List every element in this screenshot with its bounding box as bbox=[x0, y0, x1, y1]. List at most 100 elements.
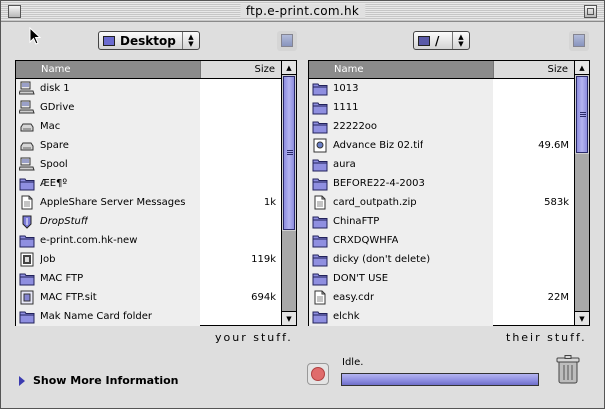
list-item[interactable]: ChinaFTP bbox=[309, 212, 574, 231]
local-file-list[interactable]: Name Size disk 1 GDrive Mac Spare Spool ÆЁ¶º A… bbox=[15, 60, 297, 326]
item-size: 1k bbox=[263, 197, 276, 208]
list-item[interactable]: ÆЁ¶º bbox=[16, 174, 281, 193]
name-cell: Spool bbox=[16, 155, 200, 174]
page-icon bbox=[573, 34, 585, 47]
item-name: ÆЁ¶º bbox=[40, 178, 68, 189]
list-item[interactable]: DON'T USE bbox=[309, 269, 574, 288]
folder-icon bbox=[312, 176, 328, 191]
list-item[interactable]: easy.cdr 22M bbox=[309, 288, 574, 307]
local-action-button[interactable] bbox=[277, 31, 297, 51]
mouse-pointer-icon bbox=[29, 27, 41, 45]
folder-icon bbox=[19, 309, 35, 324]
local-caption: your stuff. bbox=[215, 331, 293, 344]
list-item[interactable]: Job 119k bbox=[16, 250, 281, 269]
item-name: 1013 bbox=[333, 83, 359, 94]
scroll-down-arrow[interactable]: ▼ bbox=[282, 311, 296, 325]
list-item[interactable]: AppleShare Server Messages 1k bbox=[16, 193, 281, 212]
name-cell: 1013 bbox=[309, 79, 493, 98]
folder-icon bbox=[418, 35, 430, 46]
item-name: card_outpath.zip bbox=[333, 197, 417, 208]
name-column-header[interactable]: Name bbox=[309, 61, 493, 78]
close-box[interactable] bbox=[8, 5, 21, 18]
list-item[interactable]: MAC FTP.sit 694k bbox=[16, 288, 281, 307]
item-name: CRXDQWHFA bbox=[333, 235, 399, 246]
item-name: disk 1 bbox=[40, 83, 70, 94]
item-size bbox=[493, 174, 574, 193]
ftp-window: ftp.e-print.com.hk Desktop ▲ ▼ / ▲ ▼ Name … bbox=[0, 0, 605, 409]
local-location-popup[interactable]: Desktop ▲ ▼ bbox=[98, 31, 200, 50]
list-header: Name Size bbox=[16, 61, 281, 79]
item-size: 22M bbox=[547, 292, 569, 303]
local-rows: disk 1 GDrive Mac Spare Spool ÆЁ¶º AppleShare … bbox=[16, 79, 281, 326]
list-item[interactable]: Mac bbox=[16, 117, 281, 136]
list-item[interactable]: GDrive bbox=[16, 98, 281, 117]
item-size bbox=[493, 212, 574, 231]
show-more-info-toggle[interactable]: Show More Information bbox=[19, 374, 179, 387]
zoom-box[interactable] bbox=[584, 5, 597, 18]
item-name: BEFORE22-4-2003 bbox=[333, 178, 425, 189]
title-bar[interactable]: ftp.e-print.com.hk bbox=[1, 1, 604, 22]
list-header: Name Size bbox=[309, 61, 574, 79]
list-item[interactable]: MAC FTP bbox=[16, 269, 281, 288]
name-cell: Job bbox=[16, 250, 200, 269]
app-icon bbox=[19, 214, 35, 229]
item-size bbox=[493, 155, 574, 174]
name-cell: Advance Biz 02.tif bbox=[309, 136, 493, 155]
window-title: ftp.e-print.com.hk bbox=[239, 4, 366, 18]
name-cell: BEFORE22-4-2003 bbox=[309, 174, 493, 193]
show-more-info-label: Show More Information bbox=[33, 374, 179, 387]
scroll-thumb[interactable] bbox=[283, 76, 295, 230]
server-icon bbox=[18, 81, 35, 96]
list-item[interactable]: 1111 bbox=[309, 98, 574, 117]
name-cell: disk 1 bbox=[16, 79, 200, 98]
stop-button[interactable] bbox=[307, 363, 329, 385]
item-name: 22222oo bbox=[333, 121, 378, 132]
item-size bbox=[493, 307, 574, 326]
list-item[interactable]: e-print.com.hk-new bbox=[16, 231, 281, 250]
list-item[interactable]: 22222oo bbox=[309, 117, 574, 136]
item-size bbox=[493, 117, 574, 136]
list-item[interactable]: Spool bbox=[16, 155, 281, 174]
remote-file-list[interactable]: Name Size 1013 1111 22222oo Advance Biz 02.… bbox=[308, 60, 590, 326]
item-size bbox=[493, 269, 574, 288]
item-name: ChinaFTP bbox=[333, 216, 380, 227]
list-item[interactable]: CRXDQWHFA bbox=[309, 231, 574, 250]
list-item[interactable]: 1013 bbox=[309, 79, 574, 98]
remote-action-button[interactable] bbox=[569, 31, 589, 51]
name-column-header[interactable]: Name bbox=[16, 61, 200, 78]
list-item[interactable]: disk 1 bbox=[16, 79, 281, 98]
desktop-icon bbox=[103, 35, 115, 46]
item-size: 694k bbox=[251, 292, 276, 303]
scroll-track[interactable] bbox=[575, 154, 589, 311]
item-name: Advance Biz 02.tif bbox=[333, 140, 424, 151]
list-item[interactable]: BEFORE22-4-2003 bbox=[309, 174, 574, 193]
size-column-header[interactable]: Size bbox=[200, 61, 281, 78]
remote-location-popup[interactable]: / ▲ ▼ bbox=[413, 31, 470, 50]
list-item[interactable]: Mak Name Card folder bbox=[16, 307, 281, 326]
list-item[interactable]: DropStuff bbox=[16, 212, 281, 231]
local-scrollbar[interactable]: ▲ ▼ bbox=[281, 61, 296, 325]
item-size bbox=[200, 79, 281, 98]
scroll-up-arrow[interactable]: ▲ bbox=[282, 61, 296, 75]
disclosure-triangle-icon[interactable] bbox=[19, 375, 25, 386]
scroll-thumb[interactable] bbox=[576, 76, 588, 153]
scroll-up-arrow[interactable]: ▲ bbox=[575, 61, 589, 75]
item-size bbox=[200, 155, 281, 174]
disk-icon bbox=[19, 138, 35, 153]
list-item[interactable]: elchk bbox=[309, 307, 574, 326]
list-item[interactable]: Spare bbox=[16, 136, 281, 155]
scroll-track[interactable] bbox=[282, 231, 296, 311]
remote-scrollbar[interactable]: ▲ ▼ bbox=[574, 61, 589, 325]
size-column-header[interactable]: Size bbox=[493, 61, 574, 78]
item-size bbox=[493, 79, 574, 98]
list-item[interactable]: aura bbox=[309, 155, 574, 174]
scroll-down-arrow[interactable]: ▼ bbox=[575, 311, 589, 325]
trash-icon[interactable] bbox=[556, 355, 580, 385]
item-name: MAC FTP.sit bbox=[40, 292, 97, 303]
list-item[interactable]: Advance Biz 02.tif 49.6M bbox=[309, 136, 574, 155]
item-size bbox=[493, 250, 574, 269]
name-cell: easy.cdr bbox=[309, 288, 493, 307]
list-item[interactable]: card_outpath.zip 583k bbox=[309, 193, 574, 212]
name-cell: Spare bbox=[16, 136, 200, 155]
list-item[interactable]: dicky (don't delete) bbox=[309, 250, 574, 269]
